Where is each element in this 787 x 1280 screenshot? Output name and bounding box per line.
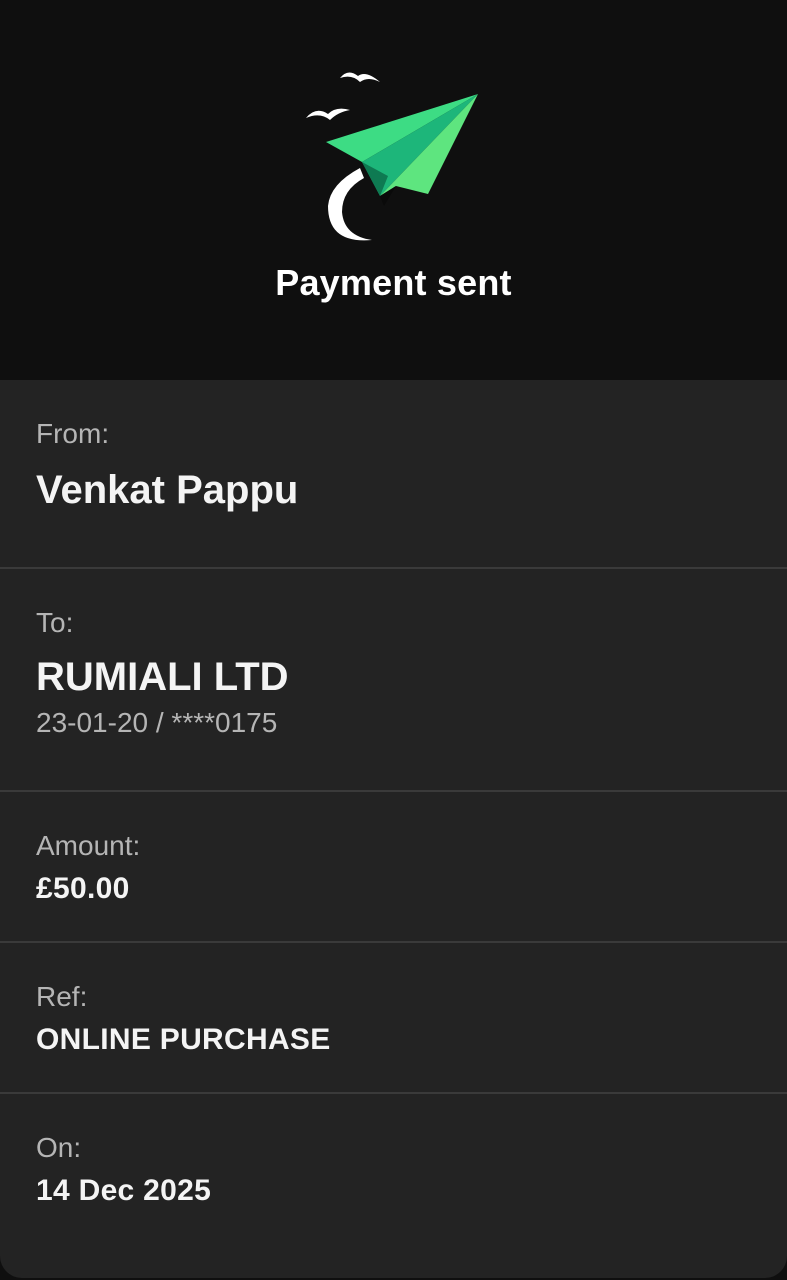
date-value: 14 Dec 2025: [36, 1174, 212, 1207]
to-value: RUMIALI LTD: [36, 655, 289, 699]
amount-label: Amount:: [36, 830, 141, 861]
from-label: From:: [36, 418, 110, 449]
amount-row: Amount: £50.00: [0, 792, 787, 943]
from-row: From: Venkat Pappu: [0, 380, 787, 569]
ref-row: Ref: ONLINE PURCHASE: [0, 943, 787, 1094]
paper-plane-icon: [300, 66, 485, 246]
ref-value: ONLINE PURCHASE: [36, 1023, 331, 1056]
date-label: On:: [36, 1132, 82, 1163]
to-account: 23-01-20 / ****0175: [36, 707, 278, 738]
from-value: Venkat Pappu: [36, 468, 299, 512]
date-row: On: 14 Dec 2025: [0, 1094, 787, 1278]
page-title: Payment sent: [275, 262, 512, 303]
header: Payment sent: [0, 0, 787, 380]
to-label: To:: [36, 607, 74, 638]
amount-value: £50.00: [36, 872, 130, 905]
payment-details: From: Venkat Pappu To: RUMIALI LTD 23-01…: [0, 380, 787, 1278]
to-row: To: RUMIALI LTD 23-01-20 / ****0175: [0, 569, 787, 792]
ref-label: Ref:: [36, 981, 88, 1012]
